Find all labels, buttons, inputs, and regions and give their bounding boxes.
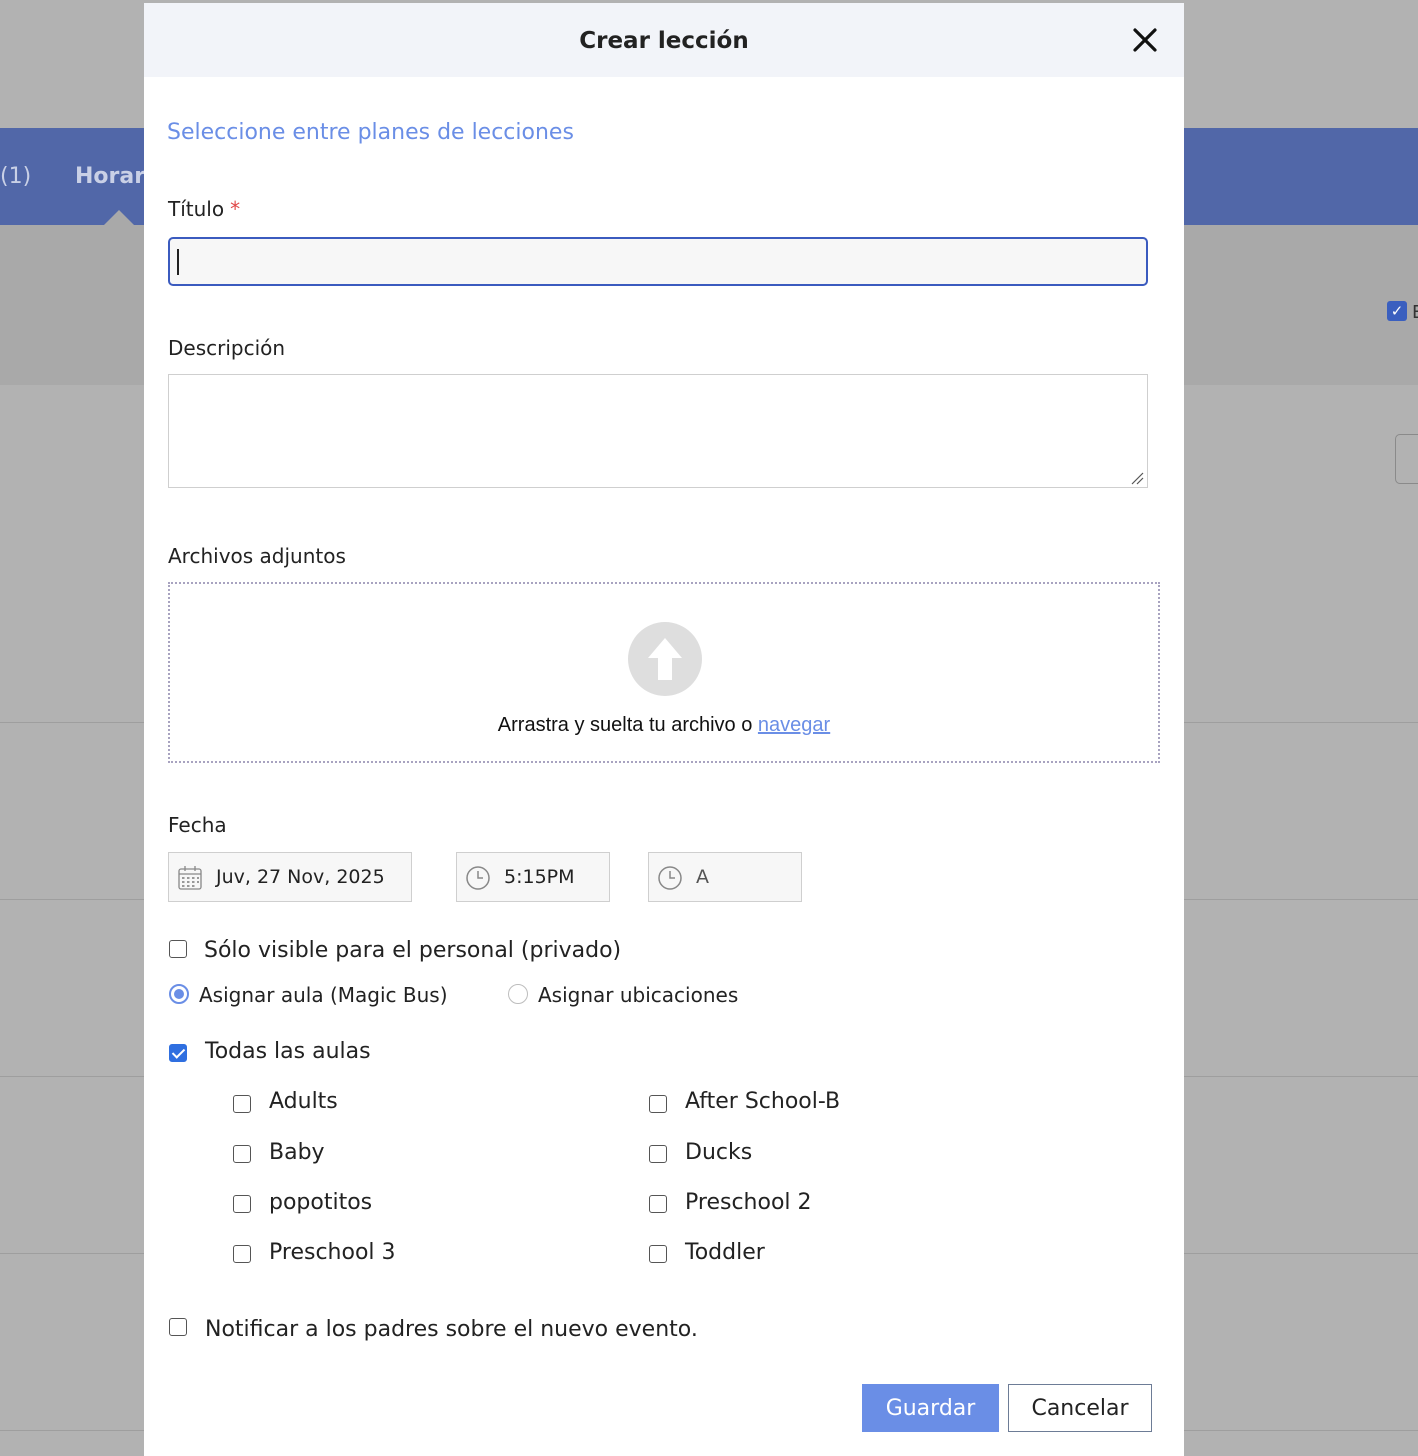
all-classrooms-label: Todas las aulas (205, 1039, 371, 1064)
title-input[interactable] (168, 237, 1148, 286)
classroom-checkbox[interactable] (649, 1145, 667, 1163)
all-classrooms-checkbox[interactable] (169, 1044, 187, 1062)
browse-link[interactable]: navegar (758, 714, 830, 736)
clock-icon (466, 866, 490, 890)
classroom-label: Toddler (685, 1240, 765, 1265)
classroom-checkbox[interactable] (233, 1195, 251, 1213)
classroom-label: popotitos (269, 1190, 373, 1215)
classroom-checkbox[interactable] (649, 1195, 667, 1213)
assign-classroom-label: Asignar aula (Magic Bus) (199, 983, 448, 1007)
drop-text: Arrastra y suelta tu archivo o (497, 714, 753, 736)
private-checkbox-label: Sólo visible para el personal (privado) (204, 938, 622, 963)
notify-parents-label: Notificar a los padres sobre el nuevo ev… (205, 1317, 698, 1342)
select-lesson-plans-link[interactable]: Seleccione entre planes de lecciones (167, 120, 574, 145)
file-dropzone[interactable]: Arrastra y suelta tu archivo o navegar (168, 582, 1160, 763)
background-tab-count: (1) (0, 164, 32, 189)
background-tab-horario: Horar (75, 164, 146, 189)
classroom-label: Ducks (685, 1140, 753, 1165)
drop-instructions: Arrastra y suelta tu archivo o navegar (170, 714, 1158, 737)
classroom-checkbox[interactable] (233, 1245, 251, 1263)
classroom-label: Baby (269, 1140, 325, 1165)
end-time-picker[interactable]: A (648, 852, 802, 902)
start-time-picker[interactable]: 5:15PM (456, 852, 610, 902)
date-picker[interactable]: Juv, 27 Nov, 2025 (168, 852, 412, 902)
close-icon[interactable] (1130, 25, 1160, 55)
description-textarea[interactable] (168, 374, 1148, 488)
classroom-checkbox[interactable] (649, 1245, 667, 1263)
private-checkbox[interactable] (169, 940, 187, 958)
classroom-label: After School-B (685, 1089, 841, 1114)
dialog-header: Crear lección (144, 3, 1184, 77)
classroom-label: Preschool 3 (269, 1240, 396, 1265)
attachments-label: Archivos adjuntos (168, 544, 346, 568)
start-time-value: 5:15PM (504, 866, 575, 888)
notify-parents-checkbox[interactable] (169, 1318, 187, 1336)
dialog-title: Crear lección (579, 28, 749, 54)
title-label-text: Título (168, 197, 225, 221)
assign-locations-radio[interactable] (508, 984, 528, 1004)
classroom-checkbox[interactable] (649, 1095, 667, 1113)
cancel-button[interactable]: Cancelar (1008, 1384, 1152, 1432)
required-mark: * (230, 197, 241, 221)
create-lesson-dialog: Crear lección Seleccione entre planes de… (144, 3, 1184, 1456)
calendar-icon (178, 866, 202, 890)
title-label: Título * (168, 197, 240, 221)
classroom-label: Preschool 2 (685, 1190, 812, 1215)
upload-icon (628, 622, 702, 696)
save-button[interactable]: Guardar (862, 1384, 999, 1432)
classroom-label: Adults (269, 1089, 338, 1114)
assign-classroom-radio[interactable] (169, 984, 189, 1004)
background-button (1395, 434, 1418, 484)
end-time-placeholder: A (696, 866, 709, 888)
classroom-checkbox[interactable] (233, 1095, 251, 1113)
resize-grip-icon[interactable] (1130, 471, 1144, 485)
date-value: Juv, 27 Nov, 2025 (216, 866, 385, 888)
background-checkbox: ✓ (1387, 301, 1407, 321)
date-label: Fecha (168, 813, 227, 837)
background-checkbox-label: E (1412, 302, 1418, 323)
classroom-checkbox[interactable] (233, 1145, 251, 1163)
tab-active-caret (104, 210, 134, 225)
assign-locations-label: Asignar ubicaciones (538, 983, 739, 1007)
description-label: Descripción (168, 336, 286, 360)
clock-icon (658, 866, 682, 890)
text-cursor (177, 249, 179, 275)
